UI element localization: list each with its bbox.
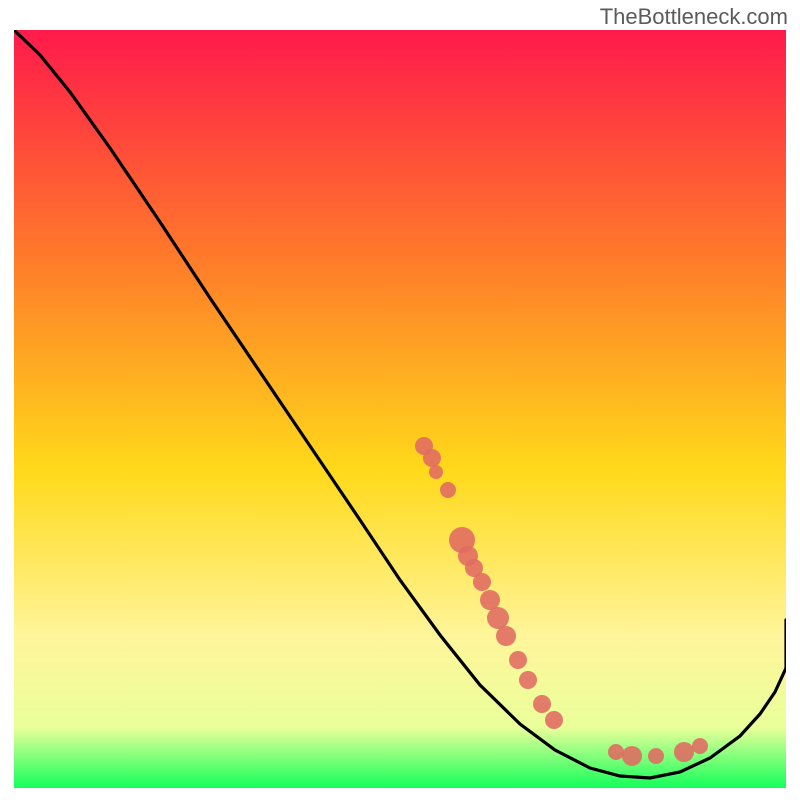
data-marker bbox=[533, 695, 551, 713]
data-marker bbox=[545, 711, 563, 729]
gradient-background bbox=[14, 30, 786, 788]
bottleneck-curve-plot bbox=[0, 0, 800, 800]
chart-container: TheBottleneck.com bbox=[0, 0, 800, 800]
data-marker bbox=[480, 590, 500, 610]
data-marker bbox=[473, 573, 491, 591]
data-marker bbox=[487, 607, 509, 629]
data-marker bbox=[423, 449, 441, 467]
data-marker bbox=[440, 482, 456, 498]
data-marker bbox=[608, 744, 624, 760]
data-marker bbox=[509, 651, 527, 669]
data-marker bbox=[429, 465, 443, 479]
data-marker bbox=[648, 748, 664, 764]
data-marker bbox=[674, 742, 694, 762]
data-marker bbox=[496, 626, 516, 646]
data-marker bbox=[692, 738, 708, 754]
data-marker bbox=[519, 671, 537, 689]
data-marker bbox=[622, 746, 642, 766]
